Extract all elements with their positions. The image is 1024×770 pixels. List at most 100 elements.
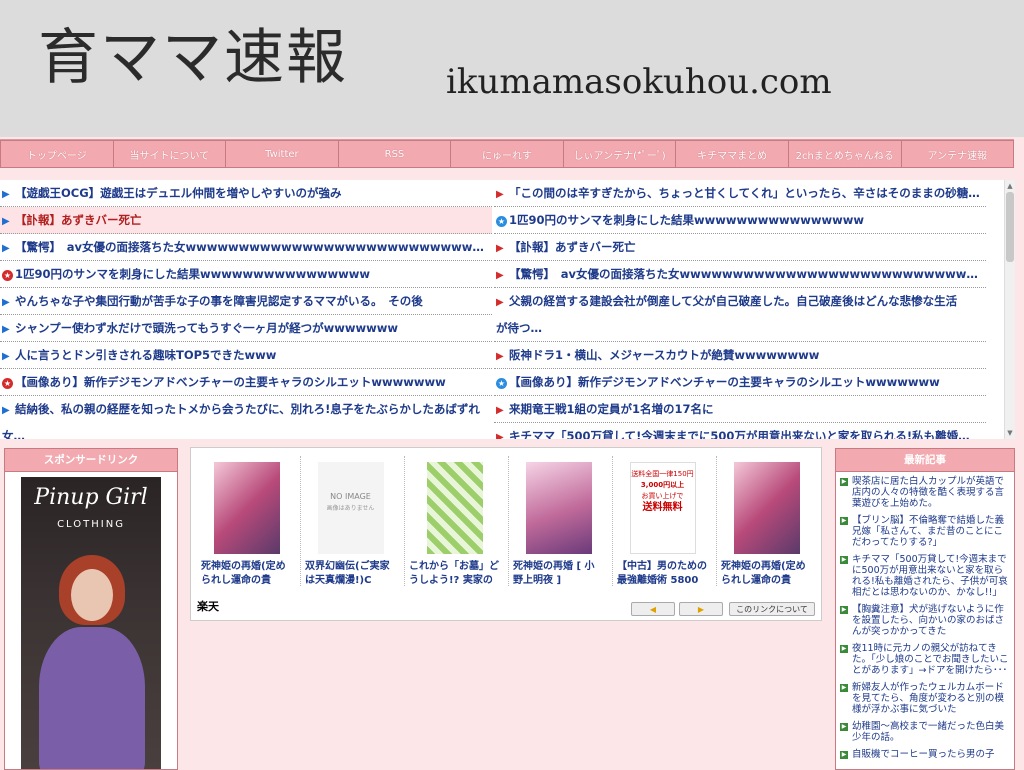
book-cover[interactable] <box>426 462 483 554</box>
headline-link[interactable]: ▶ シャンプー使わず水だけで頭洗ってもうすぐ一ヶ月が経つがwwwwwww <box>0 315 492 342</box>
product-item[interactable]: 死神姫の再婚 [ 小野上明夜 ] <box>511 456 606 588</box>
star-badge-icon: ★ <box>2 270 13 281</box>
headline-link[interactable]: ★ 1匹90円のサンマを刺身にした結果wwwwwwwwwwwwwwww <box>0 261 492 288</box>
arrow-icon: ▶ <box>2 324 10 335</box>
headline-link[interactable]: ▶ 【訃報】あずきバー死亡 <box>494 234 986 261</box>
headline-link[interactable]: ▶ 来期竜王戦1組の定員が1名増の17名に <box>494 396 986 423</box>
product-item[interactable]: 死神姫の再婚(定められし運命の貴 <box>719 456 814 588</box>
product-title[interactable]: 死神姫の再婚(定められし運命の貴 <box>199 560 294 588</box>
product-title[interactable]: これから「お墓」どうしよう!? 実家のお墓 <box>407 560 502 588</box>
arrow-icon: ▶ <box>496 297 504 308</box>
headline-link[interactable]: ▶ 「この間のは辛すぎたから、ちょっと甘くしてくれ」といったら、辛さはそのままの砂… <box>494 180 986 207</box>
book-cover[interactable] <box>733 462 800 554</box>
list-item[interactable]: ▶ 夜11時に元カノの親父が訪ねてきた。「少し娘のことでお聞きしたいことがあります… <box>840 643 1010 676</box>
no-image-label: NO IMAGE <box>330 492 371 501</box>
arrow-icon: ▶ <box>496 243 504 254</box>
arrow-icon: ▶ <box>496 270 504 281</box>
arrow-icon: ▶ <box>2 189 10 200</box>
arrow-icon: ▶ <box>2 243 10 254</box>
headline-column-right: ▶ 「この間のは辛すぎたから、ちょっと甘くしてくれ」といったら、辛さはそのままの砂… <box>494 180 986 439</box>
star-badge-icon: ★ <box>496 378 507 389</box>
arrow-icon: ▶ <box>2 351 10 362</box>
no-image-placeholder[interactable]: NO IMAGE 画像はありません <box>317 462 384 554</box>
headline-link[interactable]: ▶ キチママ「500万貸して!今週末までに500万が用意出来ないと家を取られる!私… <box>494 423 986 439</box>
headline-link-continued[interactable]: 女… <box>0 423 492 439</box>
headline-link[interactable]: ▶ 【驚愕】 av女優の面接落ちた女wwwwwwwwwwwwwwwwwwwwwww… <box>0 234 492 261</box>
sponsor-heading: スポンサードリンク <box>5 449 177 472</box>
latest-articles-box: 最新記事 ▶ 喫茶店に居た白人カップルが英語で店内の人々の特徴を酷く表現する言葉遊… <box>835 448 1015 770</box>
prev-button[interactable]: ◀ <box>631 602 675 616</box>
product-title[interactable]: 死神姫の再婚 [ 小野上明夜 ] <box>511 560 606 588</box>
nav-top[interactable]: トップページ <box>0 140 114 168</box>
list-item[interactable]: ▶ 【胸糞注意】犬が逃げないように作を設置したら、向かいの家のおばさんが突っかかっ… <box>840 604 1010 637</box>
book-cover[interactable] <box>213 462 280 554</box>
rakuten-logo[interactable]: 楽天 <box>197 598 219 614</box>
divider <box>612 456 614 586</box>
list-item[interactable]: ▶ キチママ「500万貸して!今週末までに500万が用意出来ないと家を取られる!私… <box>840 554 1010 598</box>
star-badge-icon: ★ <box>2 378 13 389</box>
product-title[interactable]: 双界幻幽伝(ご実家は天真爛漫!)C <box>303 560 398 588</box>
about-link-button[interactable]: このリンクについて <box>729 602 815 616</box>
rakuten-widget: 死神姫の再婚(定められし運命の貴 NO IMAGE 画像はありません 双界幻幽伝… <box>190 447 822 621</box>
product-title[interactable]: 死神姫の再婚(定められし運命の貴 <box>719 560 814 588</box>
product-title[interactable]: 【中古】男のための最強離婚術 5800 <box>615 560 710 588</box>
next-icon: ▶ <box>697 604 705 614</box>
nav-antenna-sokuhou[interactable]: アンテナ速報 <box>901 140 1015 168</box>
headline-link[interactable]: ★ 【画像あり】新作デジモンアドベンチャーの主要キャラのシルエットwwwwwww <box>0 369 492 396</box>
site-domain: ikumamasokuhou.com <box>446 62 832 102</box>
headline-link-continued[interactable]: が待つ… <box>494 315 986 342</box>
product-item[interactable]: NO IMAGE 画像はありません 双界幻幽伝(ご実家は天真爛漫!)C <box>303 456 398 588</box>
nav-rss[interactable]: RSS <box>338 140 452 168</box>
divider <box>404 456 406 586</box>
nav-2ch-matome[interactable]: 2chまとめちゃんねる <box>788 140 902 168</box>
bullet-icon: ▶ <box>840 751 848 759</box>
nav-twitter[interactable]: Twitter <box>226 140 339 168</box>
headline-scrollbar[interactable]: ▲ ▼ <box>1004 180 1015 439</box>
bullet-icon: ▶ <box>840 723 848 731</box>
headline-link[interactable]: ▶ 阪神ドラ1・横山、メジャースカウトが絶賛wwwwwwww <box>494 342 986 369</box>
list-item[interactable]: ▶ 幼稚園〜高校まで一緒だった色白美少年の話。 <box>840 721 1010 743</box>
arrow-icon: ▶ <box>496 189 504 200</box>
ad-model-face <box>71 569 113 621</box>
arrow-icon: ▶ <box>2 216 10 227</box>
list-item[interactable]: ▶ 自販機でコーヒー買ったら男の子 <box>840 749 1010 760</box>
bullet-icon: ▶ <box>840 556 848 564</box>
sponsor-box: スポンサードリンク Pinup Girl CLOTHING <box>4 448 178 770</box>
product-item[interactable]: 死神姫の再婚(定められし運命の貴 <box>199 456 294 588</box>
headline-link[interactable]: ▶ 人に言うとドン引きされる趣味TOP5できたwww <box>0 342 492 369</box>
product-item[interactable]: 送料全国一律150円 3,000円以上 お買い上げで 送料無料 【中古】男のため… <box>615 456 710 588</box>
headline-link[interactable]: ▶ やんちゃな子や集団行動が苦手な子の事を障害児認定するママがいる。 その後 <box>0 288 492 315</box>
site-title[interactable]: 育ママ速報 <box>38 18 348 98</box>
product-item[interactable]: これから「お墓」どうしよう!? 実家のお墓 <box>407 456 502 588</box>
divider <box>508 456 510 586</box>
book-cover[interactable] <box>525 462 592 554</box>
nav-shii-antenna[interactable]: しぃアンテナ(*ﾟーﾟ) <box>563 140 677 168</box>
next-button[interactable]: ▶ <box>679 602 723 616</box>
arrow-icon: ▶ <box>496 432 504 439</box>
nav-kichimama[interactable]: キチママまとめ <box>676 140 789 168</box>
headline-link[interactable]: ▶ 父親の経営する建設会社が倒産して父が自己破産した。自己破産後はどんな悲惨な生活 <box>494 288 986 315</box>
arrow-icon: ▶ <box>496 405 504 416</box>
headline-link[interactable]: ▶ 結納後、私の親の経歴を知ったトメから会うたびに、別れろ!息子をたぶらかしたあば… <box>0 396 492 423</box>
shipping-sale-banner[interactable]: 送料全国一律150円 3,000円以上 お買い上げで 送料無料 <box>629 462 696 554</box>
list-item[interactable]: ▶ 【ブリン脳】不倫略奪で結婚した義兄嫁「私さんて、まだ昔のことにこだわってたりす… <box>840 515 1010 548</box>
headline-link[interactable]: ▶ 【遊戯王OCG】遊戯王はデュエル仲間を増やしやすいのが強み <box>0 180 492 207</box>
nav-about[interactable]: 当サイトについて <box>113 140 227 168</box>
headline-link[interactable]: ▶ 【訃報】あずきバー死亡 <box>0 207 492 234</box>
scroll-thumb[interactable] <box>1006 192 1014 262</box>
scroll-up-icon[interactable]: ▲ <box>1006 182 1014 190</box>
bullet-icon: ▶ <box>840 645 848 653</box>
headline-link[interactable]: ★ 1匹90円のサンマを刺身にした結果wwwwwwwwwwwwwwww <box>494 207 986 234</box>
headline-column-left: ▶ 【遊戯王OCG】遊戯王はデュエル仲間を増やしやすいのが強み ▶ 【訃報】あずきバ… <box>0 180 492 439</box>
pinup-girl-ad[interactable]: Pinup Girl CLOTHING <box>21 477 161 769</box>
list-item[interactable]: ▶ 喫茶店に居た白人カップルが英語で店内の人々の特徴を酷く表現する言葉遊びを上始め… <box>840 476 1010 509</box>
arrow-icon: ▶ <box>496 351 504 362</box>
headline-link[interactable]: ▶ 【驚愕】 av女優の面接落ちた女wwwwwwwwwwwwwwwwwwwwwww… <box>494 261 986 288</box>
headline-link[interactable]: ★ 【画像あり】新作デジモンアドベンチャーの主要キャラのシルエットwwwwwww <box>494 369 986 396</box>
no-image-sublabel: 画像はありません <box>326 505 375 512</box>
site-header: 育ママ速報 ikumamasokuhou.com <box>0 0 1024 137</box>
list-item[interactable]: ▶ 新婦友人が作ったウェルカムボードを見てたら、角度が変わると別の模様が浮かぶ事に… <box>840 682 1010 715</box>
nav-nyuresu[interactable]: にゅーれす <box>451 140 564 168</box>
scroll-down-icon[interactable]: ▼ <box>1006 429 1014 437</box>
arrow-icon: ▶ <box>2 297 10 308</box>
